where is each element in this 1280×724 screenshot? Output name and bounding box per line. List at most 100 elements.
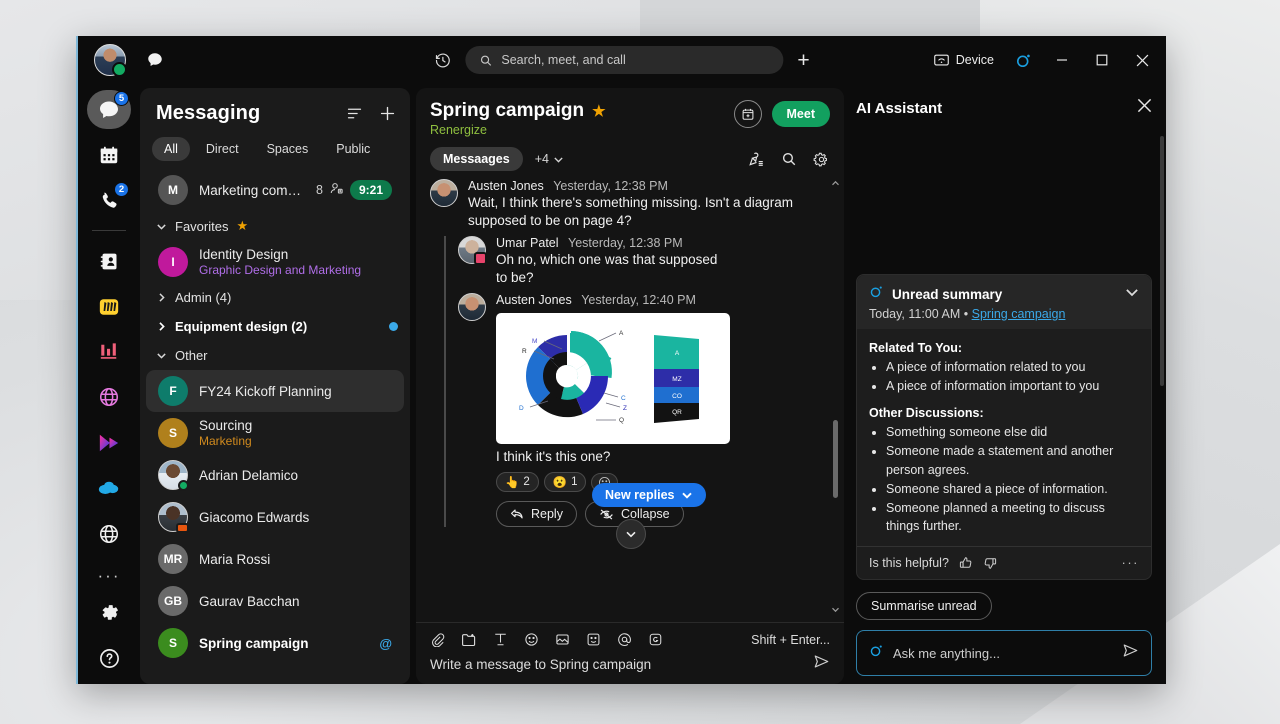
- list-filter-spaces[interactable]: Spaces: [255, 137, 321, 161]
- list-item-maria-rossi[interactable]: MR Maria Rossi: [146, 538, 404, 580]
- new-replies-button[interactable]: New replies: [592, 483, 707, 508]
- thread-replies: Umar Patel Yesterday, 12:38 PM Oh no, wh…: [444, 236, 828, 550]
- giphy-icon[interactable]: [648, 632, 663, 647]
- list-item-adrian-delamico[interactable]: Adrian Delamico: [146, 454, 404, 496]
- group-label: Equipment design (2): [175, 319, 308, 334]
- message-item: Umar Patel Yesterday, 12:38 PM Oh no, wh…: [458, 236, 828, 287]
- thumbs-up-icon[interactable]: [959, 556, 973, 570]
- analytics-app-icon: [100, 343, 117, 359]
- group-header-other[interactable]: Other: [140, 341, 410, 370]
- sidebar-item-app-analytics[interactable]: [87, 332, 131, 371]
- message-body: Umar Patel Yesterday, 12:38 PM Oh no, wh…: [496, 236, 828, 287]
- rail-more-button[interactable]: ···: [98, 560, 121, 594]
- card-source-link[interactable]: Spring campaign: [972, 307, 1066, 321]
- folder-icon[interactable]: [461, 632, 477, 647]
- group-header-equipment-design[interactable]: Equipment design (2): [140, 312, 410, 341]
- ai-panel-header: AI Assistant: [856, 84, 1152, 118]
- list-item-spring-campaign[interactable]: S Spring campaign @: [146, 622, 404, 664]
- sidebar-item-app-play[interactable]: [87, 423, 131, 462]
- section-bullets-related: A piece of information related to you A …: [871, 358, 1139, 395]
- minimize-button[interactable]: [1042, 38, 1082, 82]
- chat-bubble-icon[interactable]: [146, 51, 164, 69]
- sidebar-item-app-miro[interactable]: [87, 287, 131, 326]
- reaction-chip[interactable]: 👆 2: [496, 472, 539, 493]
- pin-list-icon[interactable]: [748, 151, 765, 168]
- sidebar-item-calendar[interactable]: [87, 135, 131, 174]
- more-icon[interactable]: ···: [1122, 555, 1140, 570]
- new-item-button[interactable]: +: [797, 50, 809, 71]
- scroll-up-arrow[interactable]: [831, 179, 840, 188]
- list-filter-direct[interactable]: Direct: [194, 137, 251, 161]
- gear-icon[interactable]: [813, 151, 830, 168]
- send-icon[interactable]: [813, 654, 830, 674]
- avatar-initials: F: [169, 384, 177, 398]
- chat-title: Spring campaign ★: [430, 100, 606, 122]
- search-icon[interactable]: [781, 151, 797, 167]
- list-item-sourcing[interactable]: S Sourcing Marketing: [146, 412, 404, 454]
- close-button[interactable]: [1122, 38, 1162, 82]
- thread-scrollbar[interactable]: [831, 179, 840, 614]
- list-item-marketing-campaign[interactable]: M Marketing compai... 8 9:21: [146, 169, 404, 211]
- ai-panel-scrollbar[interactable]: [1160, 136, 1164, 386]
- avatar-initials: I: [171, 255, 175, 269]
- unread-dot: [389, 322, 398, 331]
- maximize-button[interactable]: [1082, 38, 1122, 82]
- format-text-icon[interactable]: [493, 632, 508, 647]
- settings-button[interactable]: [87, 593, 131, 632]
- more-tabs-button[interactable]: +4: [535, 152, 564, 166]
- message-input[interactable]: Write a message to Spring campaign: [430, 657, 651, 672]
- group-header-admin[interactable]: Admin (4): [140, 283, 410, 312]
- list-item-identity-design[interactable]: I Identity Design Graphic Design and Mar…: [146, 241, 404, 283]
- sidebar-item-contacts[interactable]: [87, 241, 131, 280]
- attach-icon[interactable]: [430, 632, 445, 647]
- sidebar-item-messaging[interactable]: 5: [87, 90, 131, 130]
- ai-panel-title: AI Assistant: [856, 99, 943, 117]
- sidebar-item-app-globe-pink[interactable]: [87, 378, 131, 417]
- list-item: Something someone else did: [886, 423, 1139, 441]
- mention-icon[interactable]: [617, 632, 632, 647]
- calendar-add-button[interactable]: [733, 100, 762, 128]
- suggestion-summarise-unread[interactable]: Summarise unread: [856, 592, 992, 620]
- search-input[interactable]: Search, meet, and call: [465, 46, 784, 74]
- ai-input[interactable]: Ask me anything...: [856, 630, 1152, 676]
- scroll-to-bottom-button[interactable]: [616, 519, 646, 550]
- reaction-chip[interactable]: 😮 1: [543, 472, 587, 493]
- composer-hint: Shift + Enter...: [751, 632, 830, 647]
- list-item-main: Identity Design Graphic Design and Marke…: [199, 247, 392, 277]
- device-button[interactable]: Device: [924, 47, 1004, 73]
- tab-messages[interactable]: Messaages: [430, 147, 523, 171]
- group-header-favorites[interactable]: Favorites ★: [140, 211, 410, 241]
- scroll-down-arrow[interactable]: [831, 605, 840, 614]
- ai-assistant-panel: AI Assistant Unread summary Today, 11:00…: [846, 84, 1166, 684]
- history-icon[interactable]: [434, 52, 451, 69]
- image-icon[interactable]: [555, 632, 570, 647]
- sidebar-item-app-globe-white[interactable]: [87, 514, 131, 553]
- list-filter-public[interactable]: Public: [324, 137, 382, 161]
- list-item-giacomo-edwards[interactable]: Giacomo Edwards: [146, 496, 404, 538]
- user-avatar[interactable]: [94, 44, 127, 77]
- list-item-fy24-kickoff-planning[interactable]: F FY24 Kickoff Planning: [146, 370, 404, 412]
- sticker-icon[interactable]: [586, 632, 601, 647]
- meet-button[interactable]: Meet: [771, 101, 830, 127]
- plus-icon[interactable]: [379, 105, 396, 122]
- scrollbar-thumb[interactable]: [833, 420, 838, 499]
- send-icon[interactable]: [1122, 643, 1139, 663]
- avatar-initials: M: [168, 183, 178, 197]
- emoji-icon[interactable]: [524, 632, 539, 647]
- chevron-down-icon[interactable]: [1125, 285, 1139, 304]
- scrollbar-track[interactable]: [833, 197, 838, 596]
- sidebar-item-app-salesforce[interactable]: [87, 469, 131, 508]
- close-icon[interactable]: [1137, 98, 1152, 118]
- star-icon[interactable]: ★: [592, 102, 605, 120]
- list-filter-all[interactable]: All: [152, 137, 190, 161]
- help-button[interactable]: [87, 639, 131, 678]
- sidebar-item-calling[interactable]: 2: [87, 181, 131, 220]
- message-attachment-image[interactable]: A M R D C Z Q A MZ CO QR: [496, 313, 730, 445]
- list-item-main: Sourcing Marketing: [199, 418, 392, 448]
- filter-icon[interactable]: [346, 105, 363, 122]
- thumbs-down-icon[interactable]: [983, 556, 997, 570]
- reply-button[interactable]: Reply: [496, 501, 577, 528]
- chat-header-top: Spring campaign ★ Renergize Meet: [430, 100, 830, 137]
- ai-assistant-icon[interactable]: [1004, 41, 1042, 79]
- list-item-gaurav-bacchan[interactable]: GB Gaurav Bacchan: [146, 580, 404, 622]
